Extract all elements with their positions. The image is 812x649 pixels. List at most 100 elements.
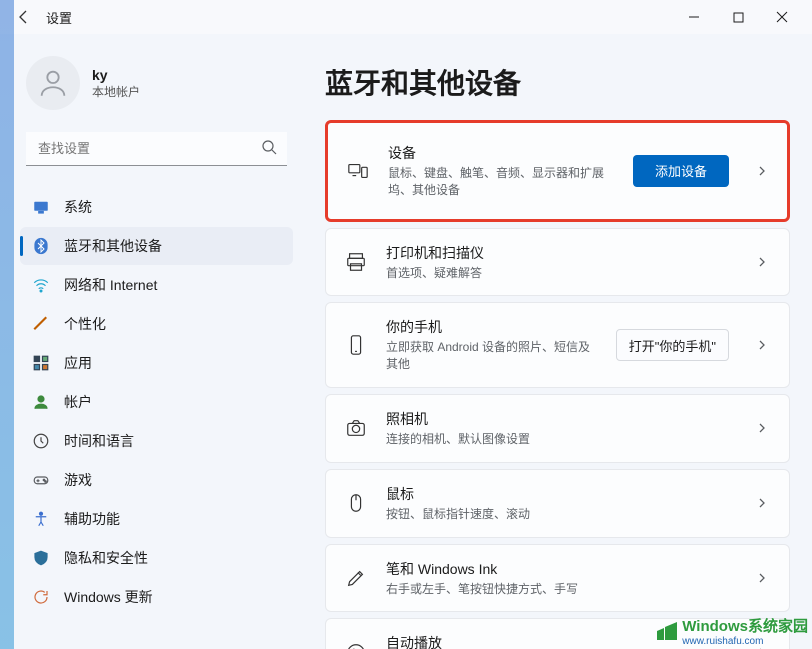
- system-icon: [32, 198, 50, 216]
- chevron-right-icon: [753, 253, 771, 271]
- nav-item-label: 个性化: [64, 314, 106, 334]
- card-title: 设备: [388, 143, 617, 163]
- window-title: 设置: [46, 8, 72, 27]
- autoplay-icon: [342, 639, 370, 649]
- sidebar: ky 本地帐户 系统蓝牙和其他设备网络和 Internet 个性化应用帐户时间和语…: [0, 34, 305, 649]
- camera-icon: [342, 414, 370, 442]
- clock-icon: [32, 432, 50, 450]
- bluetooth-icon: [32, 237, 50, 255]
- accessibility-icon: [32, 510, 50, 528]
- card-subtitle: 首选项、疑难解答: [386, 265, 729, 282]
- page-title: 蓝牙和其他设备: [325, 62, 790, 102]
- update-icon: [32, 588, 50, 606]
- nav-item-label: 游戏: [64, 470, 92, 490]
- chevron-right-icon: [753, 336, 771, 354]
- nav-item-bluetooth[interactable]: 蓝牙和其他设备: [20, 227, 293, 265]
- card-text: 打印机和扫描仪首选项、疑难解答: [386, 243, 729, 282]
- profile-name: ky: [92, 67, 140, 83]
- card-printer[interactable]: 打印机和扫描仪首选项、疑难解答: [325, 228, 790, 297]
- card-text: 笔和 Windows Ink 右手或左手、笔按钮快捷方式、手写: [386, 559, 729, 598]
- card-subtitle: 右手或左手、笔按钮快捷方式、手写: [386, 581, 729, 598]
- mouse-icon: [342, 489, 370, 517]
- nav-item-wifi[interactable]: 网络和 Internet: [20, 266, 293, 304]
- chevron-right-icon: [753, 569, 771, 587]
- minimize-button[interactable]: [672, 2, 716, 32]
- maximize-icon: [733, 12, 744, 23]
- search-icon: [261, 139, 277, 155]
- close-button[interactable]: [760, 2, 804, 32]
- nav-list: 系统蓝牙和其他设备网络和 Internet 个性化应用帐户时间和语言游戏辅助功能隐…: [20, 188, 293, 616]
- avatar: [26, 56, 80, 110]
- nav-item-label: 隐私和安全性: [64, 548, 148, 568]
- nav-item-accessibility[interactable]: 辅助功能: [20, 500, 293, 538]
- watermark-url: www.ruishafu.com: [682, 636, 808, 647]
- card-title: 打印机和扫描仪: [386, 243, 729, 263]
- nav-item-update[interactable]: Windows 更新: [20, 578, 293, 616]
- nav-item-shield[interactable]: 隐私和安全性: [20, 539, 293, 577]
- card-camera[interactable]: 照相机连接的相机、默认图像设置: [325, 394, 790, 463]
- card-text: 鼠标按钮、鼠标指针速度、滚动: [386, 484, 729, 523]
- card-title: 你的手机: [386, 317, 600, 337]
- card-action-button[interactable]: 打开"你的手机": [616, 329, 729, 361]
- person-icon: [36, 66, 70, 100]
- gamepad-icon: [32, 471, 50, 489]
- nav-item-label: 网络和 Internet: [64, 275, 157, 295]
- shield-icon: [32, 549, 50, 567]
- devices-icon: [344, 157, 372, 185]
- nav-item-label: 系统: [64, 197, 92, 217]
- watermark: Windows系统家园 www.ruishafu.com: [654, 615, 808, 647]
- nav-item-label: 辅助功能: [64, 509, 120, 529]
- phone-icon: [342, 331, 370, 359]
- card-pen[interactable]: 笔和 Windows Ink 右手或左手、笔按钮快捷方式、手写: [325, 544, 790, 613]
- grid-icon: [32, 354, 50, 372]
- nav-item-label: 蓝牙和其他设备: [64, 236, 162, 256]
- main-content: 蓝牙和其他设备 设备鼠标、键盘、触笔、音频、显示器和扩展坞、其他设备添加设备打印…: [305, 34, 812, 649]
- card-title: 照相机: [386, 409, 729, 429]
- printer-icon: [342, 248, 370, 276]
- card-subtitle: 鼠标、键盘、触笔、音频、显示器和扩展坞、其他设备: [388, 165, 617, 199]
- watermark-logo-icon: [654, 618, 680, 644]
- card-title: 鼠标: [386, 484, 729, 504]
- card-phone[interactable]: 你的手机立即获取 Android 设备的照片、短信及其他打开"你的手机": [325, 302, 790, 388]
- card-subtitle: 连接的相机、默认图像设置: [386, 431, 729, 448]
- chevron-right-icon: [753, 494, 771, 512]
- minimize-icon: [688, 11, 700, 23]
- arrow-left-icon: [16, 9, 32, 25]
- search-box: [26, 132, 287, 166]
- nav-item-label: Windows 更新: [64, 587, 153, 607]
- search-input[interactable]: [26, 132, 287, 166]
- nav-item-clock[interactable]: 时间和语言: [20, 422, 293, 460]
- card-action-button[interactable]: 添加设备: [633, 155, 729, 187]
- nav-item-label: 应用: [64, 353, 92, 373]
- card-text: 设备鼠标、键盘、触笔、音频、显示器和扩展坞、其他设备: [388, 143, 617, 199]
- person-icon: [32, 393, 50, 411]
- watermark-text-b: 系统家园: [748, 618, 808, 635]
- card-title: 笔和 Windows Ink: [386, 559, 729, 579]
- titlebar: 设置: [0, 0, 812, 34]
- profile-text: ky 本地帐户: [92, 67, 140, 100]
- card-mouse[interactable]: 鼠标按钮、鼠标指针速度、滚动: [325, 469, 790, 538]
- wifi-icon: [32, 276, 50, 294]
- brush-icon: [32, 315, 50, 333]
- nav-item-brush[interactable]: 个性化: [20, 305, 293, 343]
- nav-item-label: 帐户: [64, 392, 92, 412]
- pen-icon: [342, 564, 370, 592]
- maximize-button[interactable]: [716, 2, 760, 32]
- close-icon: [776, 11, 788, 23]
- nav-item-person[interactable]: 帐户: [20, 383, 293, 421]
- card-subtitle: 按钮、鼠标指针速度、滚动: [386, 506, 729, 523]
- chevron-right-icon: [753, 162, 771, 180]
- profile-sub: 本地帐户: [92, 83, 140, 100]
- card-text: 照相机连接的相机、默认图像设置: [386, 409, 729, 448]
- card-subtitle: 立即获取 Android 设备的照片、短信及其他: [386, 339, 600, 373]
- cards-list: 设备鼠标、键盘、触笔、音频、显示器和扩展坞、其他设备添加设备打印机和扫描仪首选项…: [325, 120, 790, 649]
- profile-section[interactable]: ky 本地帐户: [20, 52, 293, 126]
- card-text: 你的手机立即获取 Android 设备的照片、短信及其他: [386, 317, 600, 373]
- nav-item-system[interactable]: 系统: [20, 188, 293, 226]
- nav-item-gamepad[interactable]: 游戏: [20, 461, 293, 499]
- card-devices[interactable]: 设备鼠标、键盘、触笔、音频、显示器和扩展坞、其他设备添加设备: [325, 120, 790, 222]
- nav-item-label: 时间和语言: [64, 431, 134, 451]
- chevron-right-icon: [753, 419, 771, 437]
- watermark-text-a: Windows: [682, 618, 748, 635]
- nav-item-grid[interactable]: 应用: [20, 344, 293, 382]
